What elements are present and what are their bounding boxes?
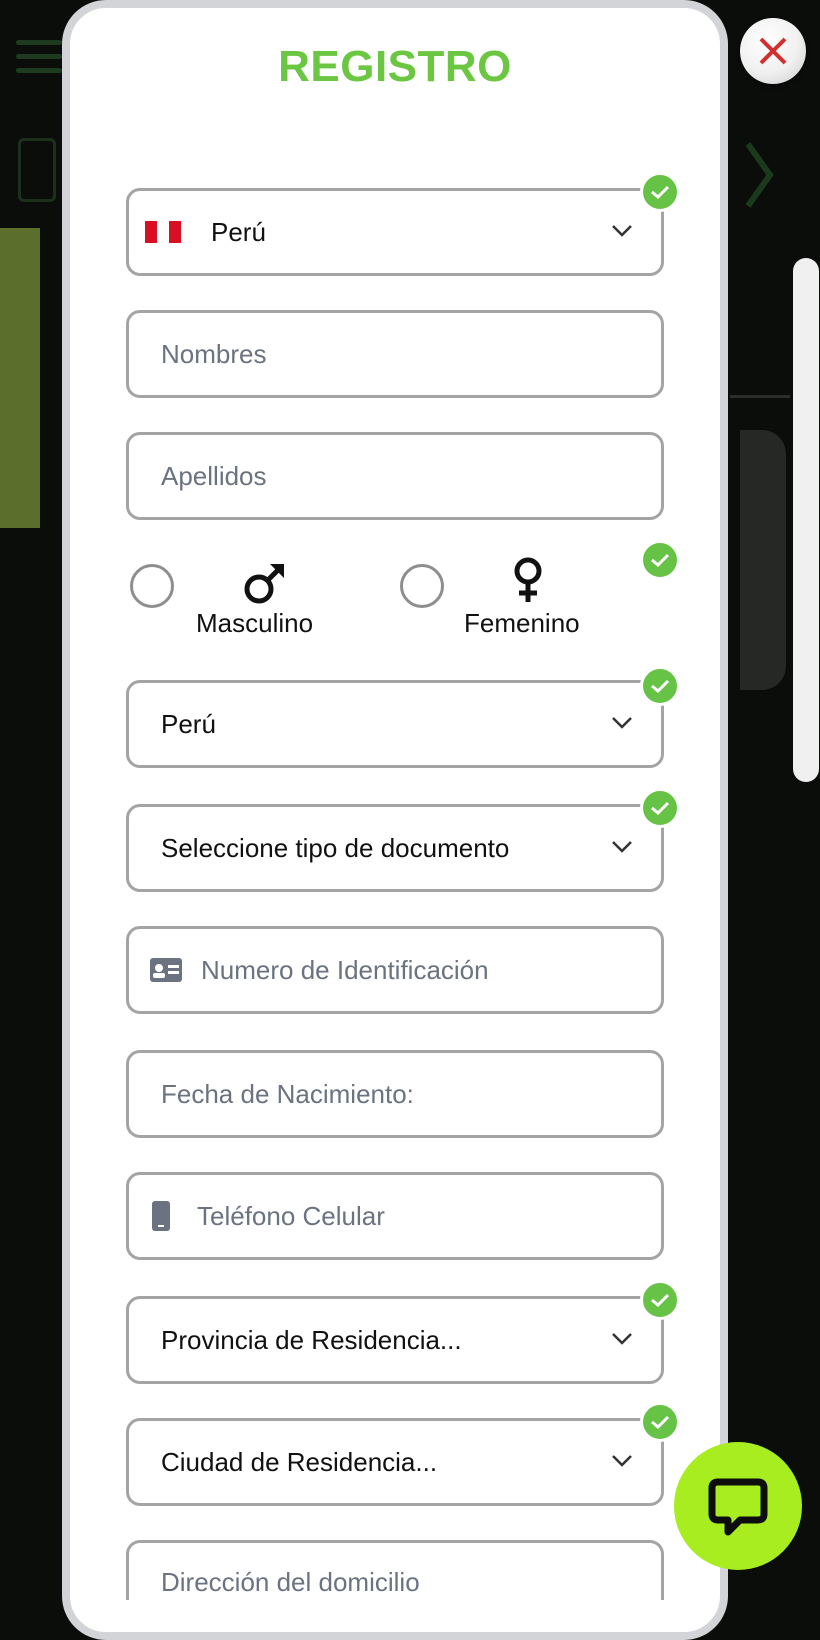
apellidos-placeholder: Apellidos	[161, 460, 267, 491]
chevron-down-icon	[612, 1333, 632, 1345]
peru-flag-icon	[145, 221, 181, 243]
province-select-value: Provincia de Residencia...	[161, 1324, 462, 1355]
background-menu-icon	[16, 40, 62, 80]
chevron-down-icon	[612, 841, 632, 853]
modal-title: REGISTRO	[278, 42, 512, 91]
scrollbar-thumb[interactable]	[793, 258, 819, 782]
background-card	[740, 430, 786, 690]
chevron-down-icon	[612, 717, 632, 729]
check-icon	[640, 788, 680, 828]
city-select[interactable]: Ciudad de Residencia...	[126, 1418, 664, 1506]
id-card-icon	[149, 957, 183, 983]
background-banner	[0, 228, 40, 528]
chat-button[interactable]	[674, 1442, 802, 1570]
check-icon	[640, 1280, 680, 1320]
background-divider	[730, 395, 790, 398]
close-icon	[759, 37, 787, 65]
province-select[interactable]: Provincia de Residencia...	[126, 1296, 664, 1384]
country-select-value: Perú	[211, 216, 266, 247]
chevron-down-icon	[612, 225, 632, 237]
id-number-input[interactable]: Numero de Identificación	[126, 926, 664, 1014]
apellidos-input[interactable]: Apellidos	[126, 432, 664, 520]
nationality-select[interactable]: Perú	[126, 680, 664, 768]
birth-date-placeholder: Fecha de Nacimiento:	[161, 1078, 414, 1109]
female-symbol-icon	[514, 557, 542, 602]
mobile-phone-icon	[151, 1200, 171, 1232]
female-radio[interactable]	[400, 564, 444, 608]
check-icon	[640, 1402, 680, 1442]
female-label: Femenino	[464, 608, 580, 638]
phone-placeholder: Teléfono Celular	[197, 1200, 385, 1231]
male-radio[interactable]	[130, 564, 174, 608]
chat-icon	[708, 1478, 768, 1536]
check-icon	[640, 540, 680, 580]
document-type-select[interactable]: Seleccione tipo de documento	[126, 804, 664, 892]
check-icon	[640, 172, 680, 212]
phone-input[interactable]: Teléfono Celular	[126, 1172, 664, 1260]
document-type-value: Seleccione tipo de documento	[161, 832, 510, 863]
male-symbol-icon	[244, 564, 284, 604]
address-placeholder: Dirección del domicilio	[161, 1567, 420, 1597]
id-number-placeholder: Numero de Identificación	[201, 954, 489, 985]
background-app-icon	[18, 138, 56, 202]
check-icon	[640, 666, 680, 706]
nationality-select-value: Perú	[161, 708, 216, 739]
background-chevron-icon	[745, 142, 774, 208]
country-select[interactable]: Perú	[126, 188, 664, 276]
male-label: Masculino	[196, 608, 314, 638]
city-select-value: Ciudad de Residencia...	[161, 1446, 438, 1477]
nombres-placeholder: Nombres	[161, 338, 267, 369]
birth-date-input[interactable]: Fecha de Nacimiento:	[126, 1050, 664, 1138]
close-button[interactable]	[740, 18, 806, 84]
address-input[interactable]: Dirección del domicilio	[126, 1540, 664, 1600]
chevron-down-icon	[612, 1455, 632, 1467]
nombres-input[interactable]: Nombres	[126, 310, 664, 398]
